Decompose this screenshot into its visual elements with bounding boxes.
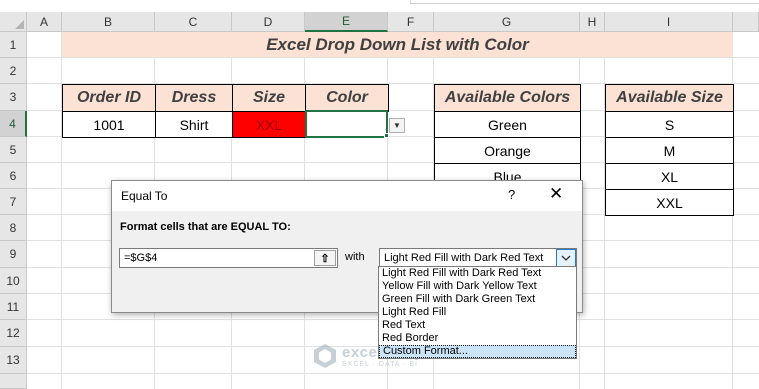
order-id-header[interactable]: Order ID	[62, 84, 156, 112]
available-size-item[interactable]: XL	[605, 163, 734, 190]
column-header-f[interactable]: F	[388, 12, 434, 32]
color-header[interactable]: Color	[305, 84, 389, 112]
format-select[interactable]: Light Red Fill with Dark Red Text	[379, 248, 577, 268]
row-header-6[interactable]: 6	[0, 163, 27, 189]
format-option[interactable]: Light Red Fill with Dark Red Text	[379, 267, 576, 280]
format-option[interactable]: Light Red Fill	[379, 306, 576, 319]
dress-header[interactable]: Dress	[155, 84, 233, 112]
size-cell[interactable]: XXL	[232, 111, 306, 138]
spreadsheet: A B C D E F G H I 1 2 3 4 5 6 7 8 9 10 1…	[0, 0, 759, 389]
equal-to-value-input[interactable]	[119, 248, 338, 268]
dress-cell[interactable]: Shirt	[155, 111, 233, 138]
help-button[interactable]: ?	[508, 187, 515, 202]
row-header-5[interactable]: 5	[0, 137, 27, 163]
size-header[interactable]: Size	[232, 84, 306, 112]
dialog-prompt: Format cells that are EQUAL TO:	[120, 221, 291, 233]
order-id-cell[interactable]: 1001	[62, 111, 156, 138]
column-header-h[interactable]: H	[580, 12, 605, 32]
column-header-a[interactable]: A	[27, 12, 62, 32]
column-header-d[interactable]: D	[232, 12, 305, 32]
select-all-corner[interactable]	[0, 12, 27, 32]
format-option-custom[interactable]: Custom Format...	[379, 345, 576, 358]
column-header-g[interactable]: G	[434, 12, 580, 32]
format-option[interactable]: Green Fill with Dark Green Text	[379, 293, 576, 306]
available-size-item[interactable]: XXL	[605, 189, 734, 216]
column-header-e[interactable]: E	[305, 12, 388, 32]
row-header-1[interactable]: 1	[0, 32, 27, 58]
column-header-c[interactable]: C	[155, 12, 232, 32]
with-label: with	[345, 251, 365, 263]
row-header-7[interactable]: 7	[0, 189, 27, 215]
row-header-2[interactable]: 2	[0, 58, 27, 84]
chevron-down-icon[interactable]	[556, 249, 576, 267]
fill-handle[interactable]	[384, 133, 389, 138]
column-header-extra[interactable]	[733, 12, 759, 32]
available-size-item[interactable]: S	[605, 111, 734, 138]
exceldemy-logo-icon	[314, 344, 336, 368]
available-size-header[interactable]: Available Size	[605, 84, 734, 112]
row-header-12[interactable]: 12	[0, 320, 27, 347]
format-option[interactable]: Red Border	[379, 332, 576, 345]
row-header-11[interactable]: 11	[0, 294, 27, 320]
column-header-i[interactable]: I	[605, 12, 733, 32]
close-icon[interactable]: ✕	[549, 184, 563, 204]
available-size-item[interactable]: M	[605, 137, 734, 164]
ribbon-edge	[0, 0, 759, 12]
row-header-4[interactable]: 4	[0, 111, 27, 137]
format-option[interactable]: Yellow Fill with Dark Yellow Text	[379, 280, 576, 293]
column-header-b[interactable]: B	[62, 12, 155, 32]
format-option[interactable]: Red Text	[379, 319, 576, 332]
available-color-item[interactable]: Green	[434, 111, 581, 138]
row-header-8[interactable]: 8	[0, 215, 27, 241]
row-header-14[interactable]	[0, 374, 27, 389]
dialog-titlebar[interactable]: Equal To ? ✕	[112, 181, 582, 211]
row-header-13[interactable]: 13	[0, 347, 27, 374]
available-color-item[interactable]: Orange	[434, 137, 581, 164]
dropdown-arrow-icon[interactable]: ▼	[389, 118, 405, 133]
row-header-9[interactable]: 9	[0, 241, 27, 268]
format-options-list: Light Red Fill with Dark Red Text Yellow…	[378, 266, 577, 359]
dialog-title: Equal To	[121, 189, 168, 203]
available-colors-header[interactable]: Available Colors	[434, 84, 581, 112]
collapse-dialog-icon[interactable]: ⇧	[314, 250, 336, 266]
row-header-10[interactable]: 10	[0, 268, 27, 294]
row-header-3[interactable]: 3	[0, 84, 27, 111]
color-cell-active[interactable]	[305, 110, 388, 138]
sheet-title[interactable]: Excel Drop Down List with Color	[62, 32, 733, 57]
watermark-tagline: EXCEL · DATA · BI	[342, 361, 418, 368]
